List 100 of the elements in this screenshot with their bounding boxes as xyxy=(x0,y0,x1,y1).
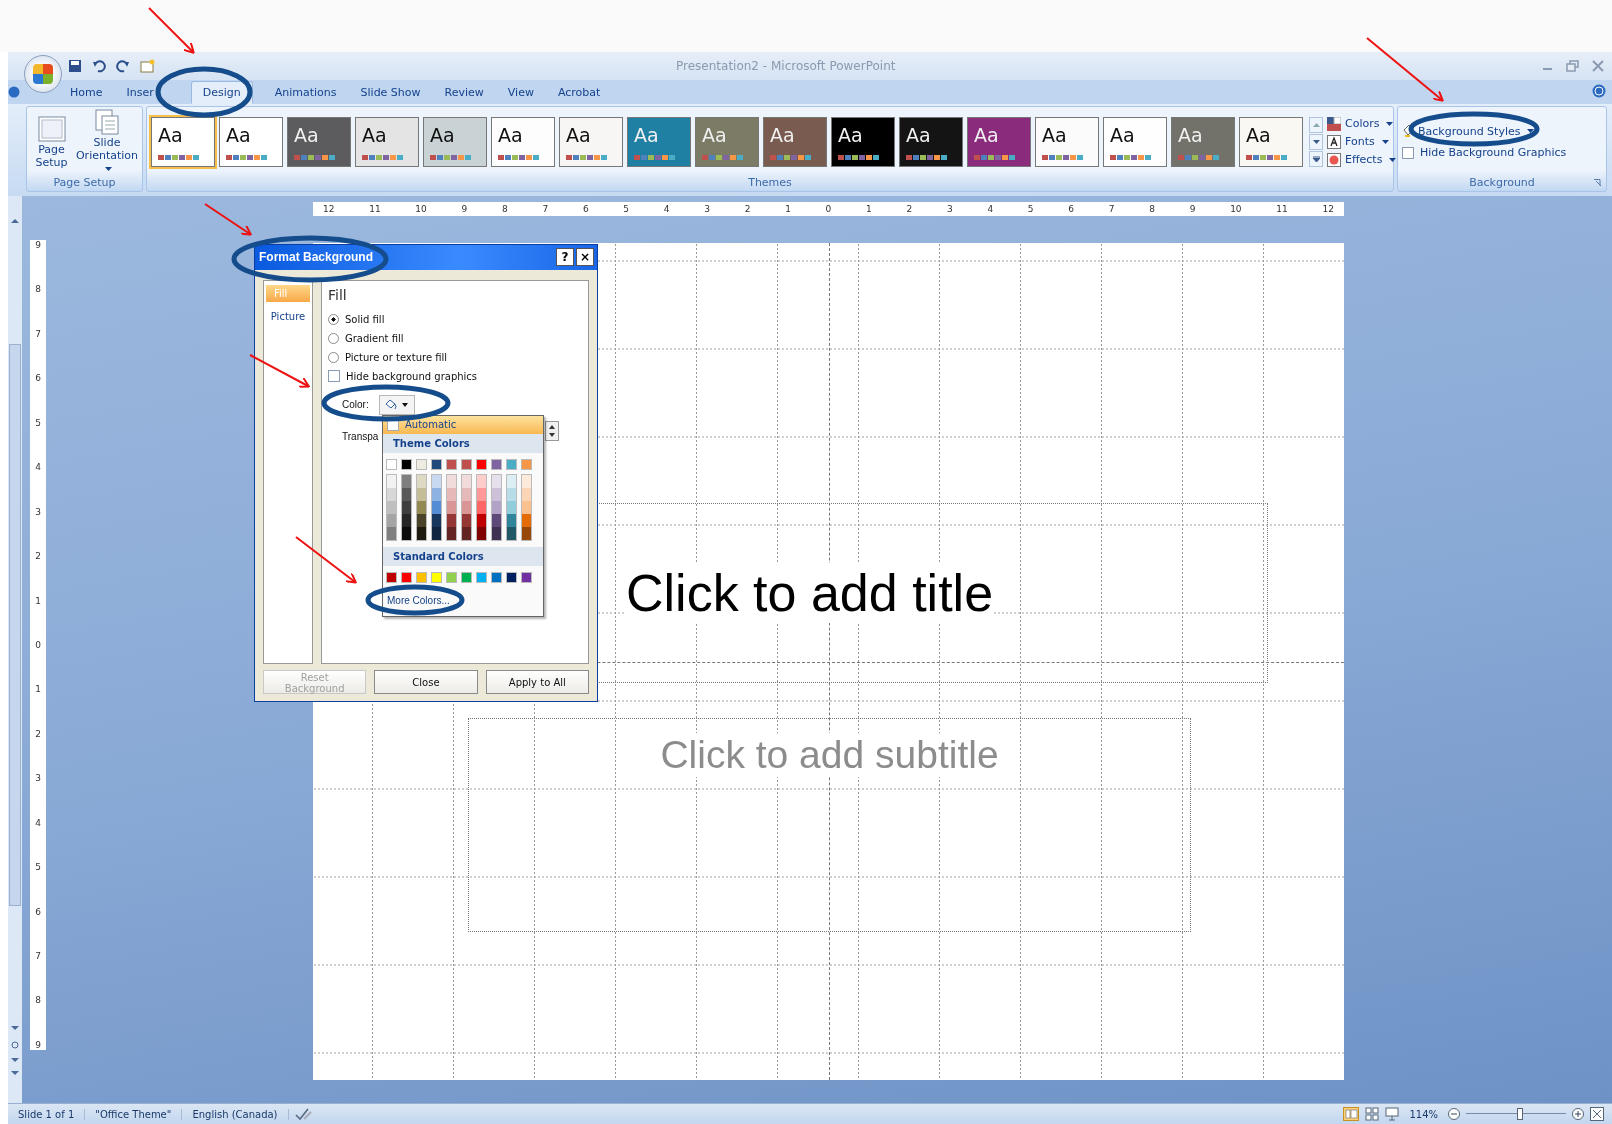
color-swatch[interactable] xyxy=(507,474,516,488)
color-swatch[interactable] xyxy=(447,487,456,501)
color-swatch[interactable] xyxy=(417,487,426,501)
more-button[interactable] xyxy=(1309,150,1323,167)
color-swatch[interactable] xyxy=(477,500,486,514)
theme-thumbnail[interactable]: Aa xyxy=(1035,116,1099,167)
zoom-in-button[interactable] xyxy=(1572,1108,1584,1120)
color-swatch[interactable] xyxy=(417,500,426,514)
color-swatch[interactable] xyxy=(432,513,441,527)
color-swatch[interactable] xyxy=(522,487,531,501)
color-swatch[interactable] xyxy=(522,500,531,514)
office-button[interactable] xyxy=(24,55,62,93)
ribbon-tab[interactable]: Inser xyxy=(114,81,157,104)
color-swatch[interactable] xyxy=(462,513,471,527)
color-swatch[interactable] xyxy=(402,500,411,514)
theme-thumbnail[interactable]: Aa xyxy=(151,116,215,167)
color-swatch[interactable] xyxy=(387,526,396,540)
color-swatch[interactable] xyxy=(462,500,471,514)
close-icon[interactable] xyxy=(1592,60,1604,72)
color-swatch[interactable] xyxy=(522,474,531,488)
dialog-button[interactable]: Close xyxy=(374,670,478,695)
slide-sorter-icon[interactable] xyxy=(1365,1107,1380,1121)
theme-thumbnail[interactable]: Aa xyxy=(627,116,691,167)
slide-show-icon[interactable] xyxy=(1385,1107,1400,1121)
color-swatch[interactable] xyxy=(506,571,517,583)
scroll-up-icon[interactable] xyxy=(9,216,21,226)
color-swatch[interactable] xyxy=(387,513,396,527)
scroll-down-button[interactable] xyxy=(1309,133,1323,150)
color-swatch[interactable] xyxy=(491,458,502,470)
theme-thumbnail[interactable]: Aa xyxy=(1239,116,1303,167)
color-swatch[interactable] xyxy=(401,571,412,583)
color-swatch[interactable] xyxy=(506,458,517,470)
zoom-out-button[interactable] xyxy=(1448,1108,1460,1120)
new-slide-icon[interactable] xyxy=(140,59,156,73)
color-swatch[interactable] xyxy=(387,500,396,514)
color-swatch[interactable] xyxy=(402,513,411,527)
color-swatch[interactable] xyxy=(447,500,456,514)
color-swatch[interactable] xyxy=(401,458,412,470)
color-swatch[interactable] xyxy=(522,513,531,527)
color-swatch[interactable] xyxy=(446,458,457,470)
ribbon-tab[interactable]: Slide Show xyxy=(348,81,433,104)
color-swatch[interactable] xyxy=(462,487,471,501)
color-swatch[interactable] xyxy=(507,513,516,527)
ribbon-tab[interactable]: View xyxy=(495,81,546,104)
theme-thumbnail[interactable]: Aa xyxy=(355,116,419,167)
color-swatch[interactable] xyxy=(387,487,396,501)
color-swatch[interactable] xyxy=(476,458,487,470)
color-picker-button[interactable] xyxy=(378,394,415,415)
help-icon[interactable] xyxy=(8,86,20,98)
help-icon[interactable] xyxy=(1592,84,1606,98)
color-swatch[interactable] xyxy=(507,526,516,540)
redo-icon[interactable] xyxy=(116,59,130,73)
color-swatch[interactable] xyxy=(432,487,441,501)
color-swatch[interactable] xyxy=(492,474,501,488)
colors-button[interactable]: Colors xyxy=(1327,116,1397,131)
ribbon-tab[interactable]: Animations xyxy=(262,81,349,104)
hide-background-graphics-checkbox[interactable]: Hide Background Graphics xyxy=(1402,146,1567,159)
color-swatch[interactable] xyxy=(417,474,426,488)
background-styles-button[interactable]: Background Styles xyxy=(1402,124,1535,138)
ribbon-tab[interactable]: Home xyxy=(58,81,115,104)
undo-icon[interactable] xyxy=(92,59,106,73)
color-swatch[interactable] xyxy=(477,487,486,501)
dialog-button[interactable]: Apply to All xyxy=(485,670,589,695)
fill-option-radio[interactable]: Solid fill xyxy=(328,312,385,326)
effects-button[interactable]: Effects xyxy=(1327,152,1397,167)
hide-graphics-checkbox[interactable]: Hide background graphics xyxy=(328,369,478,383)
theme-thumbnail[interactable]: Aa xyxy=(219,116,283,167)
color-swatch[interactable] xyxy=(386,458,397,470)
color-swatch[interactable] xyxy=(447,474,456,488)
theme-thumbnail[interactable]: Aa xyxy=(967,116,1031,167)
color-swatch[interactable] xyxy=(431,458,442,470)
page-setup-button[interactable]: Page Setup xyxy=(31,114,72,169)
color-swatch[interactable] xyxy=(477,526,486,540)
fonts-button[interactable]: Fonts xyxy=(1327,134,1397,149)
color-swatch[interactable] xyxy=(507,487,516,501)
help-button[interactable]: ? xyxy=(556,248,574,267)
color-swatch[interactable] xyxy=(492,526,501,540)
color-swatch[interactable] xyxy=(521,571,532,583)
spell-check-icon[interactable] xyxy=(294,1107,313,1121)
color-swatch[interactable] xyxy=(417,513,426,527)
color-swatch[interactable] xyxy=(402,474,411,488)
color-swatch[interactable] xyxy=(417,526,426,540)
more-colors-item[interactable]: More Colors... xyxy=(383,588,543,616)
color-swatch[interactable] xyxy=(447,513,456,527)
restore-icon[interactable] xyxy=(1566,60,1580,72)
color-swatch[interactable] xyxy=(416,571,427,583)
color-swatch[interactable] xyxy=(462,474,471,488)
color-swatch[interactable] xyxy=(492,513,501,527)
close-button[interactable]: × xyxy=(576,248,594,267)
color-swatch[interactable] xyxy=(447,526,456,540)
theme-thumbnail[interactable]: Aa xyxy=(287,116,351,167)
theme-thumbnail[interactable]: Aa xyxy=(491,116,555,167)
color-swatch[interactable] xyxy=(432,500,441,514)
ribbon-tab[interactable]: Design xyxy=(190,81,253,104)
color-swatch[interactable] xyxy=(432,526,441,540)
slide-orientation-button[interactable]: Slide Orientation xyxy=(76,108,138,175)
fill-option-radio[interactable]: Gradient fill xyxy=(328,331,404,345)
color-swatch[interactable] xyxy=(386,571,397,583)
theme-thumbnail[interactable]: Aa xyxy=(899,116,963,167)
color-swatch[interactable] xyxy=(507,500,516,514)
